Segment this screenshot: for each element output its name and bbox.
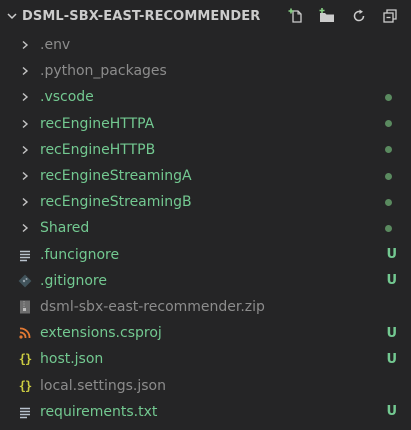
item-label: .funcignore xyxy=(40,246,120,263)
chevron-down-icon[interactable] xyxy=(4,8,20,24)
lines-icon xyxy=(17,399,33,425)
new-folder-icon xyxy=(319,8,334,22)
untracked-badge: U xyxy=(386,247,397,263)
new-file-button[interactable] xyxy=(281,2,312,30)
chevron-right-icon[interactable] xyxy=(20,137,30,163)
chevron-right-icon[interactable] xyxy=(20,32,30,58)
chevron-right-icon[interactable] xyxy=(20,163,30,189)
item-label: local.settings.json xyxy=(40,377,166,394)
refresh-button[interactable] xyxy=(343,2,374,30)
file-tree: .env .python_packages .vscode recEngineHTTP… xyxy=(0,32,411,425)
chevron-right-icon[interactable] xyxy=(20,215,30,241)
git-icon xyxy=(17,268,33,294)
item-label: .env xyxy=(40,37,71,54)
modified-dot-badge xyxy=(385,93,392,101)
item-label: recEngineHTTPA xyxy=(40,115,155,132)
file-item[interactable]: .funcignore U xyxy=(0,242,411,268)
json-icon: {} xyxy=(18,378,32,393)
file-item[interactable]: dsml-sbx-east-recommender.zip xyxy=(0,294,411,320)
rss-icon xyxy=(17,320,33,346)
folder-item[interactable]: .python_packages xyxy=(0,58,411,84)
item-label: dsml-sbx-east-recommender.zip xyxy=(40,298,265,315)
zip-icon xyxy=(17,294,33,320)
file-item[interactable]: {} host.json U xyxy=(0,346,411,372)
file-item[interactable]: {} local.settings.json xyxy=(0,372,411,398)
item-label: recEngineStreamingB xyxy=(40,194,192,211)
chevron-right-icon[interactable] xyxy=(20,111,30,137)
folder-item[interactable]: recEngineStreamingB xyxy=(0,189,411,215)
collapse-all-button[interactable] xyxy=(374,2,405,30)
explorer-actions xyxy=(281,0,405,32)
modified-dot-badge xyxy=(385,198,392,206)
untracked-badge: U xyxy=(386,351,397,367)
chevron-right-icon[interactable] xyxy=(20,58,30,84)
folder-item[interactable]: recEngineStreamingA xyxy=(0,163,411,189)
folder-item[interactable]: recEngineHTTPB xyxy=(0,137,411,163)
explorer-section-header[interactable]: DSML-SBX-EAST-RECOMMENDER xyxy=(0,0,411,32)
chevron-right-icon[interactable] xyxy=(20,189,30,215)
explorer-title: DSML-SBX-EAST-RECOMMENDER xyxy=(22,8,261,24)
item-label: .vscode xyxy=(40,89,94,106)
new-folder-button[interactable] xyxy=(312,2,343,30)
new-file-icon xyxy=(288,8,302,23)
json-icon: {} xyxy=(18,352,32,367)
item-label: recEngineStreamingA xyxy=(40,168,192,185)
collapse-all-icon xyxy=(382,9,397,23)
refresh-icon xyxy=(353,9,364,22)
file-item[interactable]: requirements.txt U xyxy=(0,399,411,425)
folder-item[interactable]: Shared xyxy=(0,215,411,241)
folder-item[interactable]: recEngineHTTPA xyxy=(0,111,411,137)
item-label: .python_packages xyxy=(40,63,167,80)
item-label: recEngineHTTPB xyxy=(40,141,156,158)
file-item[interactable]: extensions.csproj U xyxy=(0,320,411,346)
explorer-panel: DSML-SBX-EAST-RECOMMENDER .env .python_p… xyxy=(0,0,411,430)
chevron-right-icon[interactable] xyxy=(20,84,30,110)
item-label: .gitignore xyxy=(40,272,107,289)
untracked-badge: U xyxy=(386,273,397,289)
modified-dot-badge xyxy=(385,120,392,128)
folder-item[interactable]: .env xyxy=(0,32,411,58)
item-label: requirements.txt xyxy=(40,403,158,420)
modified-dot-badge xyxy=(385,224,392,232)
item-label: host.json xyxy=(40,351,104,368)
untracked-badge: U xyxy=(386,325,397,341)
item-label: extensions.csproj xyxy=(40,325,162,342)
modified-dot-badge xyxy=(385,146,392,154)
folder-item[interactable]: .vscode xyxy=(0,84,411,110)
untracked-badge: U xyxy=(386,404,397,420)
file-item[interactable]: .gitignore U xyxy=(0,268,411,294)
modified-dot-badge xyxy=(385,172,392,180)
item-label: Shared xyxy=(40,220,90,237)
lines-icon xyxy=(17,242,33,268)
